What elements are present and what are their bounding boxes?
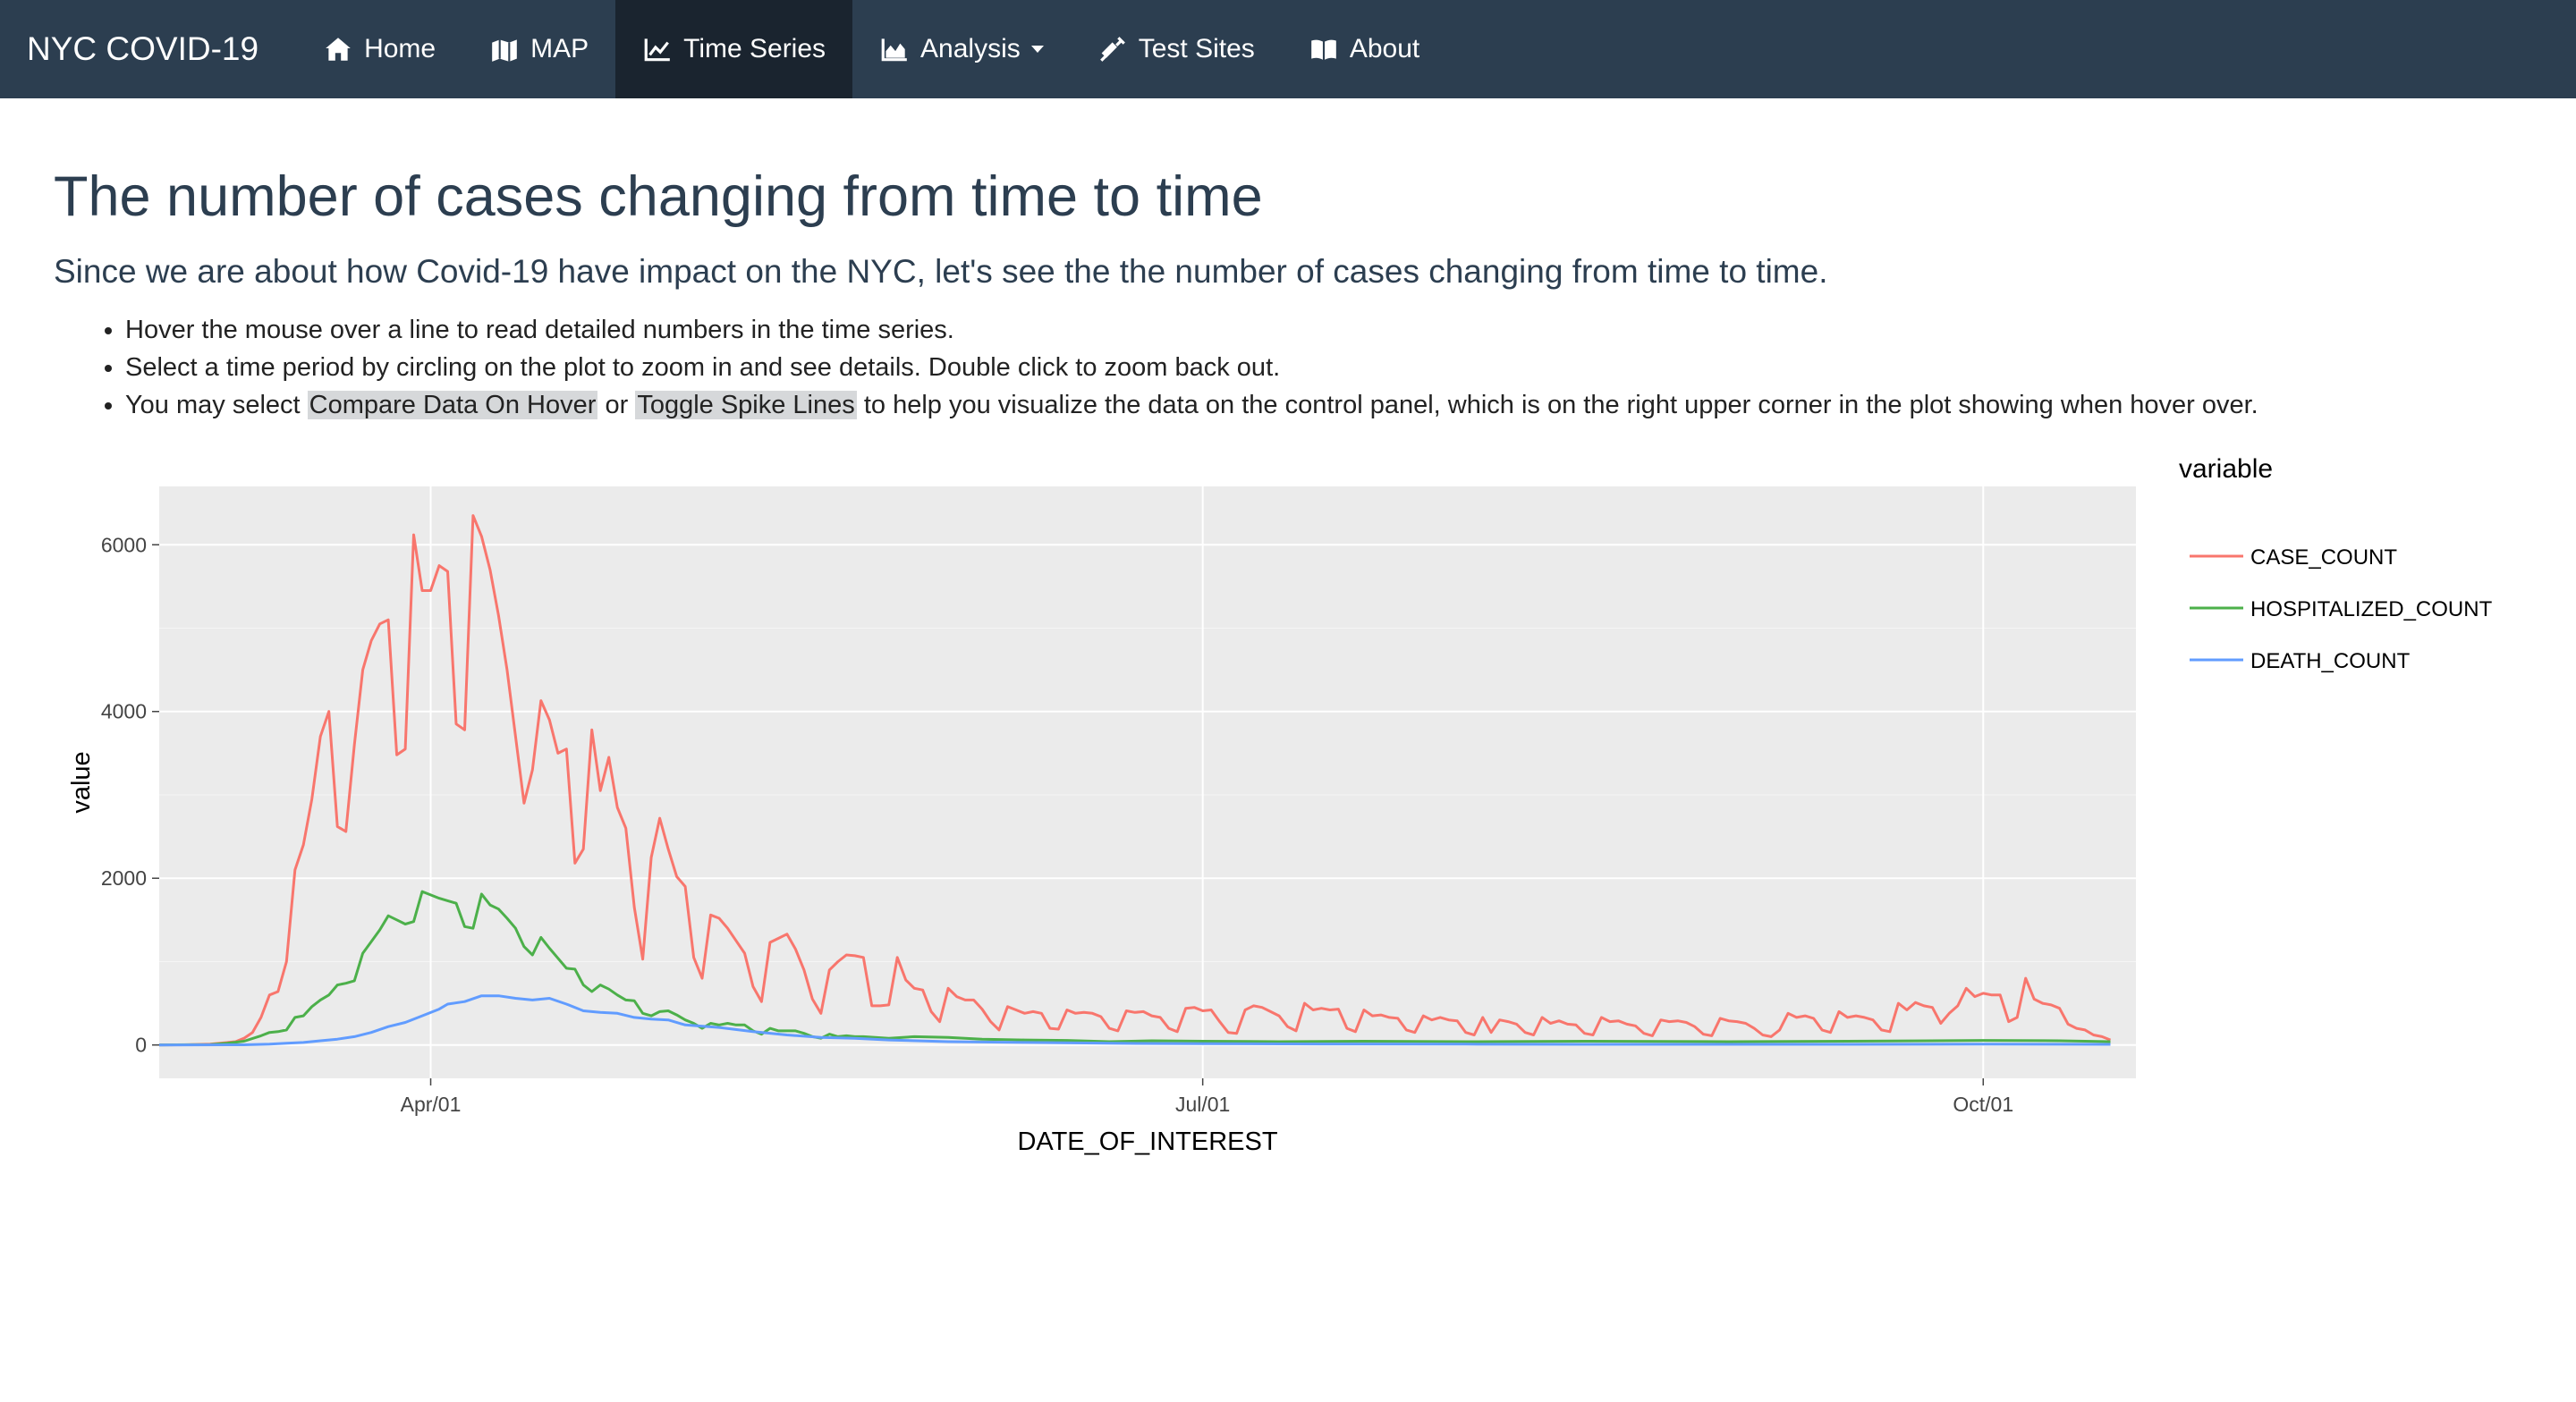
page-subtitle: Since we are about how Covid-19 have imp… xyxy=(54,253,1828,290)
nav-item-home[interactable]: Home xyxy=(296,0,462,98)
y-tick-label: 6000 xyxy=(101,533,147,556)
instruction-text: Select a time period by circling on the … xyxy=(125,353,1281,382)
legend-label: DEATH_COUNT xyxy=(2250,649,2411,673)
nav-item-about-label: About xyxy=(1349,34,1420,63)
x-axis-title: DATE_OF_INTEREST xyxy=(1017,1128,1277,1156)
y-tick-label: 2000 xyxy=(101,866,147,890)
brand-title[interactable]: NYC COVID-19 xyxy=(0,0,285,98)
x-tick-label: Apr/01 xyxy=(401,1093,462,1116)
y-tick-label: 4000 xyxy=(101,700,147,723)
x-tick-label: Jul/01 xyxy=(1175,1093,1230,1116)
legend-label: CASE_COUNT xyxy=(2250,545,2397,570)
nav-item-map-label: MAP xyxy=(530,34,589,63)
x-axis: Apr/01 Jul/01 Oct/01 xyxy=(401,1078,2013,1116)
syringe-icon xyxy=(1097,34,1128,64)
nav-item-time-series[interactable]: Time Series xyxy=(615,0,853,98)
area-chart-icon xyxy=(879,34,910,64)
chevron-down-icon xyxy=(1030,46,1044,53)
compare-data-on-hover-label: Compare Data On Hover xyxy=(307,391,598,419)
instructions-list: Hover the mouse over a line to read deta… xyxy=(54,311,2258,424)
nav-item-test-sites[interactable]: Test Sites xyxy=(1071,0,1282,98)
legend: variable CASE_COUNT HOSPITALIZED_COUNT DEA… xyxy=(2179,454,2493,673)
list-item: You may select Compare Data On Hover or … xyxy=(125,386,2258,424)
home-icon xyxy=(323,34,353,64)
legend-label: HOSPITALIZED_COUNT xyxy=(2250,597,2493,621)
instruction-text: You may select xyxy=(125,391,308,419)
line-chart-icon xyxy=(642,34,673,64)
instruction-text: or xyxy=(597,391,636,419)
nav-item-test-sites-label: Test Sites xyxy=(1138,34,1255,63)
instruction-text: to help you visualize the data on the co… xyxy=(856,391,2258,419)
toggle-spike-lines-label: Toggle Spike Lines xyxy=(635,391,857,419)
nav-item-map[interactable]: MAP xyxy=(462,0,615,98)
list-item: Hover the mouse over a line to read deta… xyxy=(125,311,2258,349)
plot-area[interactable] xyxy=(159,486,2136,1078)
nav-item-analysis[interactable]: Analysis xyxy=(852,0,1071,98)
instruction-text: Hover the mouse over a line to read deta… xyxy=(125,316,954,344)
navbar: NYC COVID-19 Home MAP Time Series Analys… xyxy=(0,0,2576,98)
book-icon xyxy=(1309,34,1339,64)
y-axis-title: value xyxy=(67,751,96,813)
nav-item-about[interactable]: About xyxy=(1282,0,1446,98)
map-icon xyxy=(489,34,520,64)
nav-item-analysis-label: Analysis xyxy=(920,34,1021,63)
x-tick-label: Oct/01 xyxy=(1953,1093,2013,1116)
page-title: The number of cases changing from time t… xyxy=(54,165,1263,228)
legend-title: variable xyxy=(2179,454,2273,484)
nav-item-time-series-label: Time Series xyxy=(683,34,826,63)
list-item: Select a time period by circling on the … xyxy=(125,349,2258,386)
time-series-chart[interactable]: 0 2000 4000 6000 Apr/01 Jul/01 Oct/01 DATE_OF… xyxy=(0,447,2576,1198)
y-tick-label: 0 xyxy=(135,1034,147,1057)
nav-item-home-label: Home xyxy=(364,34,436,63)
y-axis: 0 2000 4000 6000 xyxy=(101,533,159,1057)
